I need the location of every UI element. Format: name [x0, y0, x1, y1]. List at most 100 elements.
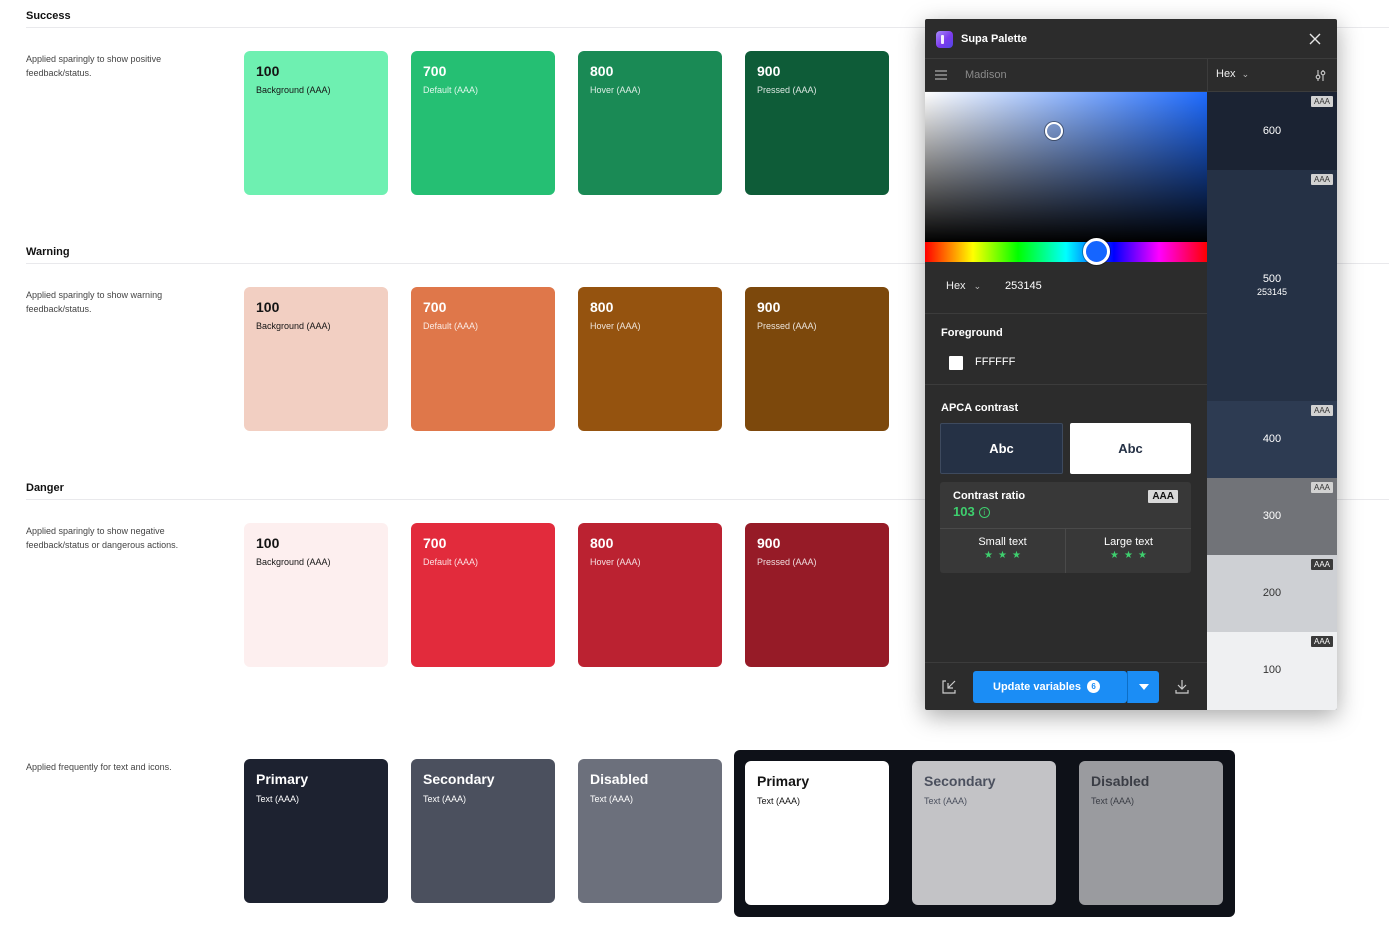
- sliders-icon[interactable]: [1314, 69, 1327, 82]
- swatch-number: Disabled: [590, 771, 649, 787]
- swatch-number: 700: [423, 299, 447, 315]
- swatch-number: 800: [590, 63, 614, 79]
- swatch-role: Pressed (AAA): [757, 321, 817, 331]
- scale-step-label: 600: [1262, 125, 1282, 137]
- swatch-number: Disabled: [1091, 773, 1150, 789]
- section-description-danger: Applied sparingly to show negative feedb…: [26, 526, 179, 550]
- large-text-label: Large text: [1104, 536, 1153, 548]
- swatch-number: Secondary: [423, 771, 495, 787]
- swatch-number: Primary: [757, 773, 810, 789]
- swatch-text-disabled[interactable]: Disabled Text (AAA): [578, 759, 722, 903]
- scale-step-100[interactable]: 100 AAA: [1207, 632, 1337, 710]
- preview-light-background[interactable]: Abc: [1070, 423, 1191, 474]
- chevron-down-icon: ⌄: [1241, 69, 1250, 79]
- update-variables-label: Update variables: [993, 681, 1082, 693]
- scale-step-label: 200: [1262, 587, 1282, 599]
- preview-dark-background[interactable]: Abc: [940, 423, 1063, 474]
- scale-step-500[interactable]: 500 253145 AAA: [1207, 170, 1337, 401]
- swatch-role: Text (AAA): [256, 794, 300, 804]
- hex-value-input[interactable]: 253145: [1005, 280, 1042, 292]
- swatch-warning-800[interactable]: 800 Hover (AAA): [578, 287, 722, 431]
- swatch-role: Text (AAA): [924, 796, 968, 806]
- import-icon[interactable]: [940, 678, 958, 696]
- scale-step-label: 400: [1262, 433, 1282, 445]
- scale-step-200[interactable]: 200 AAA: [1207, 555, 1337, 632]
- palette-name-field[interactable]: Madison: [965, 69, 1007, 81]
- swatch-number: 100: [256, 299, 280, 315]
- swatch-role: Default (AAA): [423, 321, 479, 331]
- contrast-ratio-value: 103 i: [953, 504, 990, 519]
- swatch-text-primary[interactable]: Primary Text (AAA): [244, 759, 388, 903]
- contrast-level-badge: AAA: [1148, 490, 1178, 503]
- contrast-ratio-label: Contrast ratio: [953, 490, 1026, 502]
- swatch-role: Background (AAA): [256, 321, 331, 331]
- swatch-danger-800[interactable]: 800 Hover (AAA): [578, 523, 722, 667]
- swatch-danger-900[interactable]: 900 Pressed (AAA): [745, 523, 889, 667]
- format-dropdown[interactable]: Hex ⌄: [1216, 68, 1249, 80]
- info-icon[interactable]: i: [978, 507, 990, 518]
- swatch-role: Text (AAA): [1091, 796, 1135, 806]
- hue-slider[interactable]: [925, 242, 1207, 262]
- scale-step-label: 500: [1262, 273, 1282, 285]
- swatch-text-secondary-dark[interactable]: Secondary Text (AAA): [912, 761, 1056, 905]
- hamburger-menu-icon[interactable]: [935, 70, 947, 80]
- swatch-text-disabled-dark[interactable]: Disabled Text (AAA): [1079, 761, 1223, 905]
- section-title-danger: Danger: [26, 482, 64, 494]
- plugin-header: Supa Palette: [925, 19, 1337, 59]
- swatch-warning-100[interactable]: 100 Background (AAA): [244, 287, 388, 431]
- swatch-role: Background (AAA): [256, 85, 331, 95]
- scale-step-600[interactable]: 600 AAA: [1207, 92, 1337, 170]
- aaa-badge: AAA: [1310, 636, 1333, 647]
- aaa-badge: AAA: [1310, 174, 1333, 185]
- swatch-number: 700: [423, 63, 447, 79]
- color-mode-dropdown[interactable]: Hex ⌄: [946, 280, 981, 292]
- swatch-success-700[interactable]: 700 Default (AAA): [411, 51, 555, 195]
- foreground-value-input[interactable]: FFFFFF: [975, 356, 1015, 368]
- contrast-ratio-card: Contrast ratio 103 i AAA Small text ★★★ L…: [940, 482, 1191, 573]
- large-text-stars-icon: ★★★: [1110, 550, 1152, 561]
- swatch-number: Primary: [256, 771, 309, 787]
- saturation-picker-handle[interactable]: [1045, 122, 1063, 140]
- download-icon[interactable]: [1173, 678, 1191, 696]
- foreground-color-swatch[interactable]: [949, 356, 963, 370]
- plugin-window: Supa Palette Madison Hex ⌄ Hex ⌄ 253145 Fo…: [925, 19, 1337, 710]
- swatch-role: Default (AAA): [423, 85, 479, 95]
- foreground-label: Foreground: [941, 327, 1003, 339]
- swatch-success-900[interactable]: 900 Pressed (AAA): [745, 51, 889, 195]
- swatch-text-secondary[interactable]: Secondary Text (AAA): [411, 759, 555, 903]
- contrast-ratio-number: 103: [953, 504, 975, 519]
- update-variables-button[interactable]: Update variables 6: [973, 671, 1127, 703]
- hue-slider-handle[interactable]: [1083, 238, 1110, 265]
- swatch-number: 100: [256, 63, 280, 79]
- chevron-down-icon: ⌄: [973, 281, 982, 291]
- swatch-warning-700[interactable]: 700 Default (AAA): [411, 287, 555, 431]
- swatch-role: Text (AAA): [757, 796, 801, 806]
- palette-toolbar: Madison: [925, 59, 1207, 92]
- swatch-number: 700: [423, 535, 447, 551]
- close-icon[interactable]: [1307, 31, 1323, 47]
- swatch-role: Pressed (AAA): [757, 557, 817, 567]
- swatch-success-800[interactable]: 800 Hover (AAA): [578, 51, 722, 195]
- scale-step-400[interactable]: 400 AAA: [1207, 401, 1337, 478]
- swatch-text-primary-dark[interactable]: Primary Text (AAA): [745, 761, 889, 905]
- section-description-success: Applied sparingly to show positive feedb…: [26, 54, 162, 78]
- supa-palette-logo-icon: [936, 31, 953, 48]
- scale-step-hex: 253145: [1256, 287, 1288, 297]
- foreground-section: Foreground FFFFFF: [925, 314, 1207, 385]
- swatch-danger-700[interactable]: 700 Default (AAA): [411, 523, 555, 667]
- apca-contrast-label: APCA contrast: [941, 402, 1019, 414]
- swatch-role: Pressed (AAA): [757, 85, 817, 95]
- swatch-danger-100[interactable]: 100 Background (AAA): [244, 523, 388, 667]
- color-mode-label: Hex: [946, 280, 966, 292]
- swatch-role: Hover (AAA): [590, 85, 641, 95]
- swatch-role: Hover (AAA): [590, 321, 641, 331]
- swatch-success-100[interactable]: 100 Background (AAA): [244, 51, 388, 195]
- aaa-badge: AAA: [1310, 405, 1333, 416]
- swatch-number: 900: [757, 535, 781, 551]
- update-options-dropdown[interactable]: [1127, 671, 1159, 703]
- scale-step-300[interactable]: 300 AAA: [1207, 478, 1337, 555]
- aaa-badge: AAA: [1310, 559, 1333, 570]
- scale-step-label: 100: [1262, 664, 1282, 676]
- saturation-value-picker[interactable]: [925, 92, 1207, 242]
- swatch-warning-900[interactable]: 900 Pressed (AAA): [745, 287, 889, 431]
